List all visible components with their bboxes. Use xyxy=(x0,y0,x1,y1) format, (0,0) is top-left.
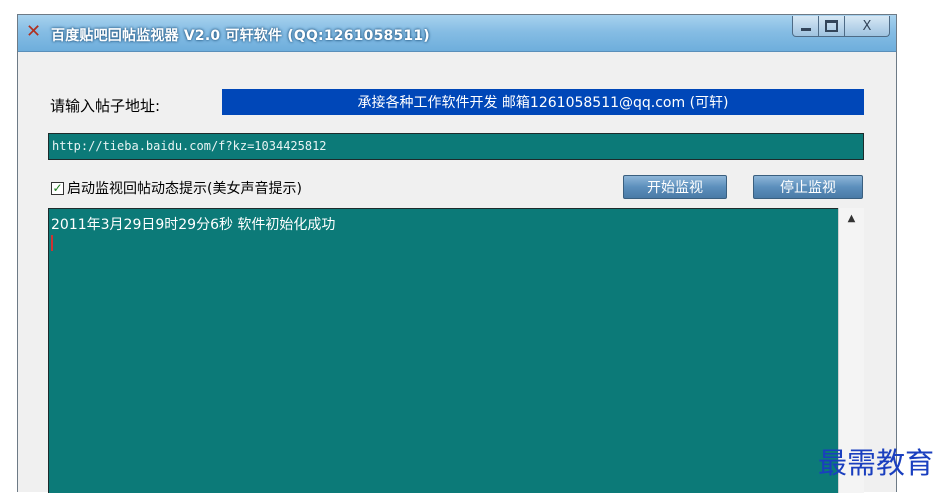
tool-icon: ✕ xyxy=(26,21,42,42)
scroll-up-button[interactable]: ▲ xyxy=(839,208,864,228)
start-monitor-button[interactable]: 开始监视 xyxy=(623,175,727,199)
close-button[interactable]: X xyxy=(845,16,890,37)
voice-alert-checkbox[interactable]: ✓ xyxy=(51,181,64,195)
checkmark-icon: ✓ xyxy=(52,181,63,195)
url-label: 请输入帖子地址: xyxy=(50,97,161,115)
post-url-input[interactable]: http://tieba.baidu.com/f?kz=1034425812 xyxy=(48,133,864,160)
voice-alert-label: 启动监视回帖动态提示(美女声音提示) xyxy=(67,181,302,197)
minimize-button[interactable] xyxy=(792,16,819,37)
arrow-up-icon: ▲ xyxy=(847,212,856,224)
voice-alert-option[interactable]: ✓ 启动监视回帖动态提示(美女声音提示) xyxy=(51,178,302,198)
minimize-icon xyxy=(800,27,811,31)
maximize-icon xyxy=(825,20,838,32)
text-caret xyxy=(51,235,53,251)
log-line: 2011年3月29日9时29分6秒 软件初始化成功 xyxy=(51,217,336,233)
log-textarea[interactable]: 2011年3月29日9时29分6秒 软件初始化成功 xyxy=(48,208,838,493)
maximize-button[interactable] xyxy=(819,16,845,37)
close-icon: X xyxy=(862,18,872,34)
caption-buttons: X xyxy=(792,16,890,38)
contact-banner: 承接各种工作软件开发 邮箱1261058511@qq.com (可轩) xyxy=(222,89,864,115)
watermark: 最需教育 xyxy=(818,446,935,480)
window-title: 百度贴吧回帖监视器 V2.0 可轩软件 (QQ:1261058511) xyxy=(51,28,430,44)
stop-monitor-button[interactable]: 停止监视 xyxy=(753,175,863,199)
app-window: ✕ 百度贴吧回帖监视器 V2.0 可轩软件 (QQ:1261058511) X … xyxy=(17,14,897,493)
title-bar[interactable]: ✕ 百度贴吧回帖监视器 V2.0 可轩软件 (QQ:1261058511) X xyxy=(18,15,896,52)
